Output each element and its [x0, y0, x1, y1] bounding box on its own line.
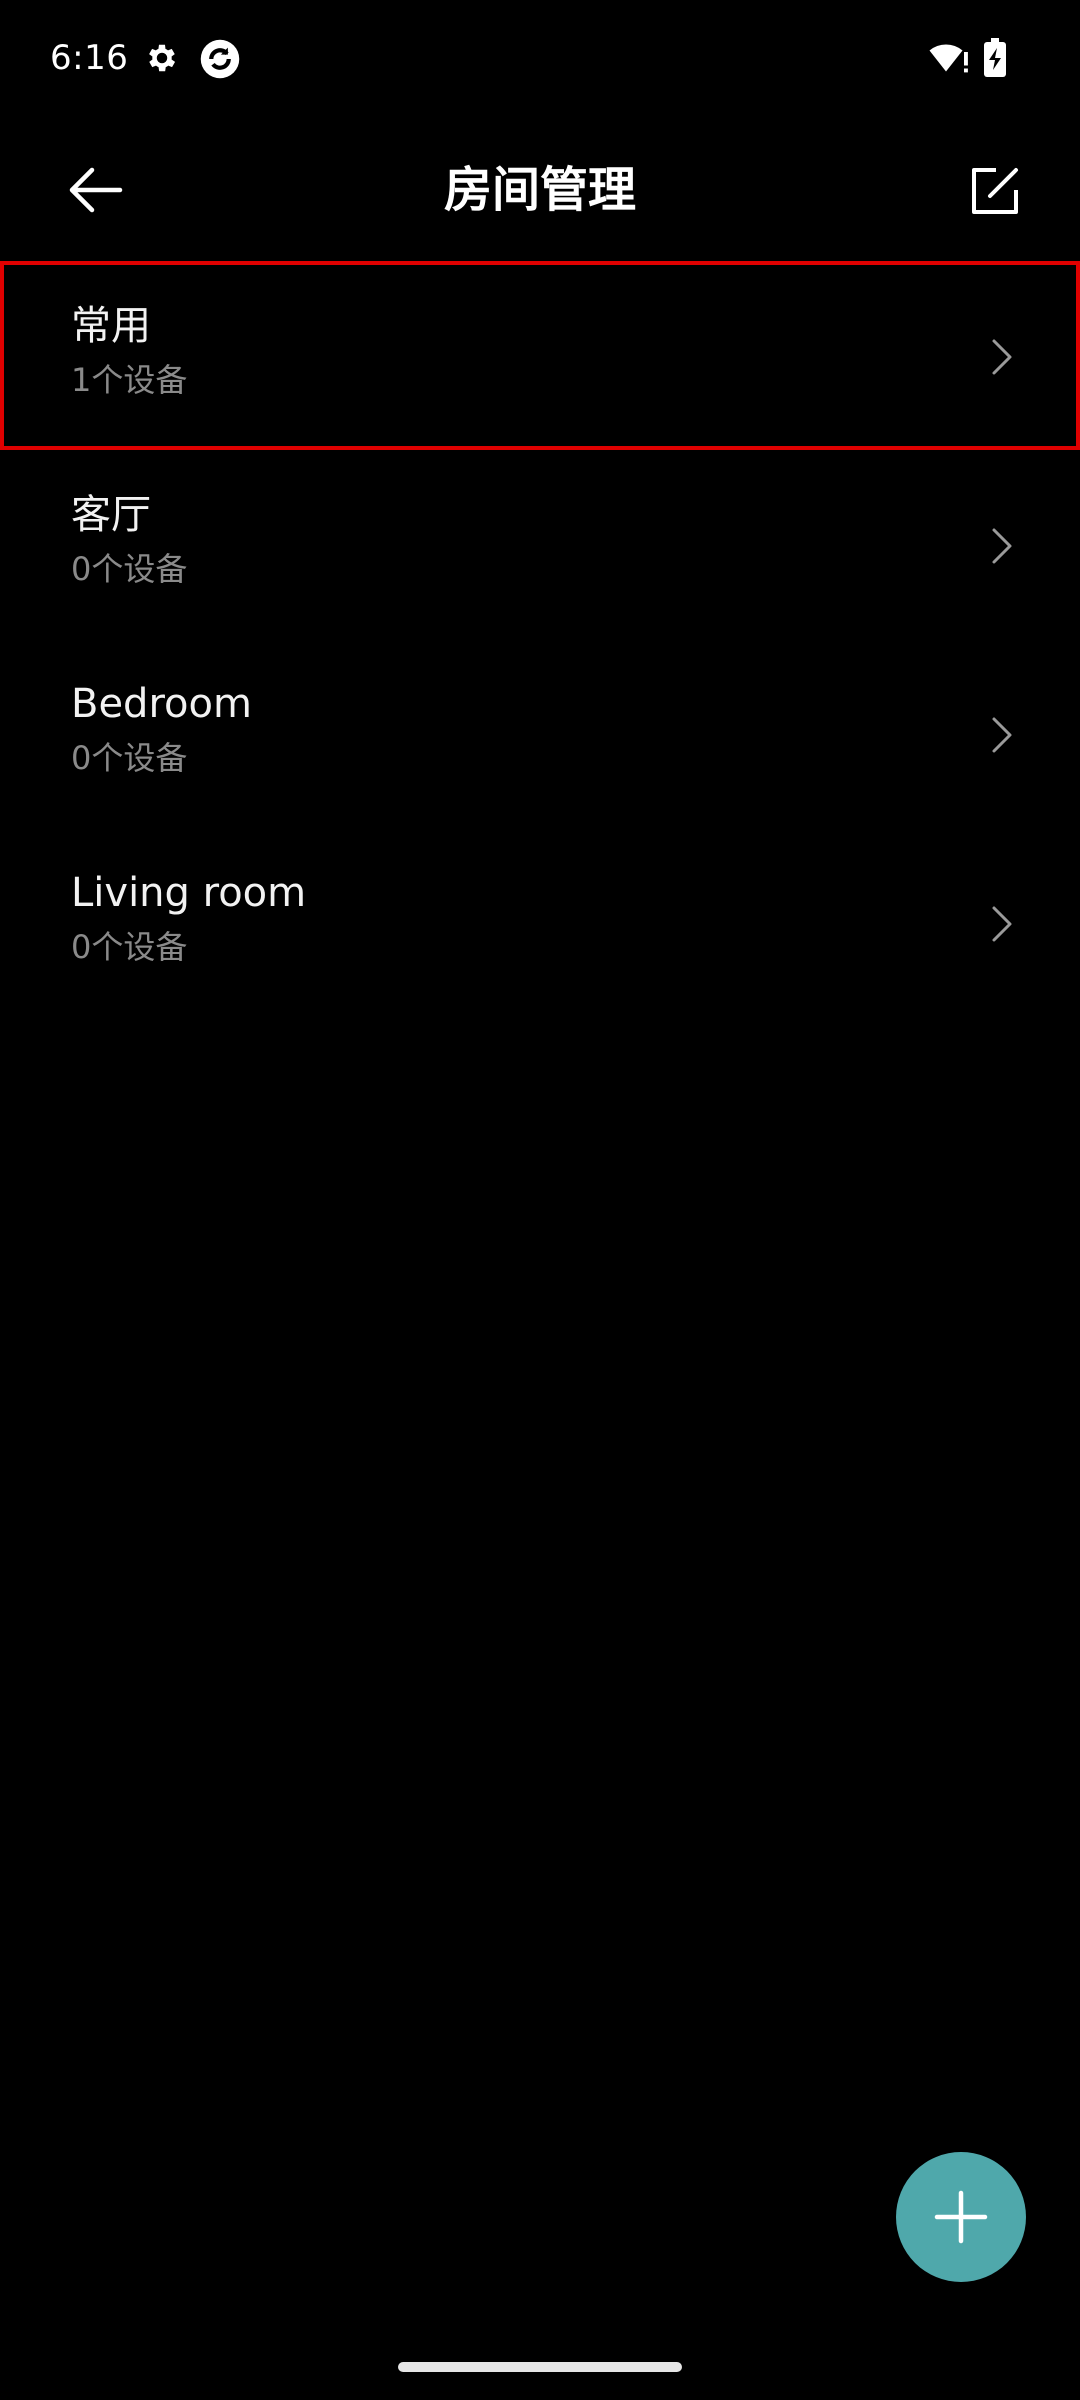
plus-icon: [934, 2190, 988, 2244]
page-title: 房间管理: [443, 162, 636, 218]
room-device-count: 0个设备: [71, 550, 188, 588]
room-name: 客厅: [71, 492, 151, 538]
room-name: Living room: [71, 870, 307, 916]
status-bar: 6:16: [0, 0, 1080, 120]
wifi-alert-icon: [929, 44, 968, 73]
room-device-count: 0个设备: [71, 739, 188, 777]
room-item-common[interactable]: 常用 1个设备: [0, 261, 1080, 450]
battery-charging-icon: [984, 38, 1006, 77]
edit-icon[interactable]: [966, 162, 1024, 220]
chevron-right-icon: [992, 528, 1012, 564]
room-list: 常用 1个设备 客厅 0个设备 Bedroom 0个设备 Living room…: [0, 261, 1080, 1017]
chevron-right-icon: [992, 339, 1012, 375]
add-room-button[interactable]: [896, 2152, 1026, 2282]
room-item-living-room[interactable]: Living room 0个设备: [0, 828, 1080, 1017]
room-name: Bedroom: [71, 681, 252, 727]
gear-icon: [149, 44, 176, 72]
room-item-living-room-cn[interactable]: 客厅 0个设备: [0, 450, 1080, 639]
room-item-bedroom[interactable]: Bedroom 0个设备: [0, 639, 1080, 828]
header-bar: 房间管理: [0, 130, 1080, 250]
status-time: 6:16: [50, 38, 129, 78]
home-indicator[interactable]: [398, 2362, 682, 2372]
chevron-right-icon: [992, 717, 1012, 753]
room-name: 常用: [71, 303, 151, 349]
chevron-right-icon: [992, 906, 1012, 942]
room-device-count: 1个设备: [71, 361, 188, 399]
app-sync-icon: [200, 39, 240, 79]
room-device-count: 0个设备: [71, 928, 188, 966]
